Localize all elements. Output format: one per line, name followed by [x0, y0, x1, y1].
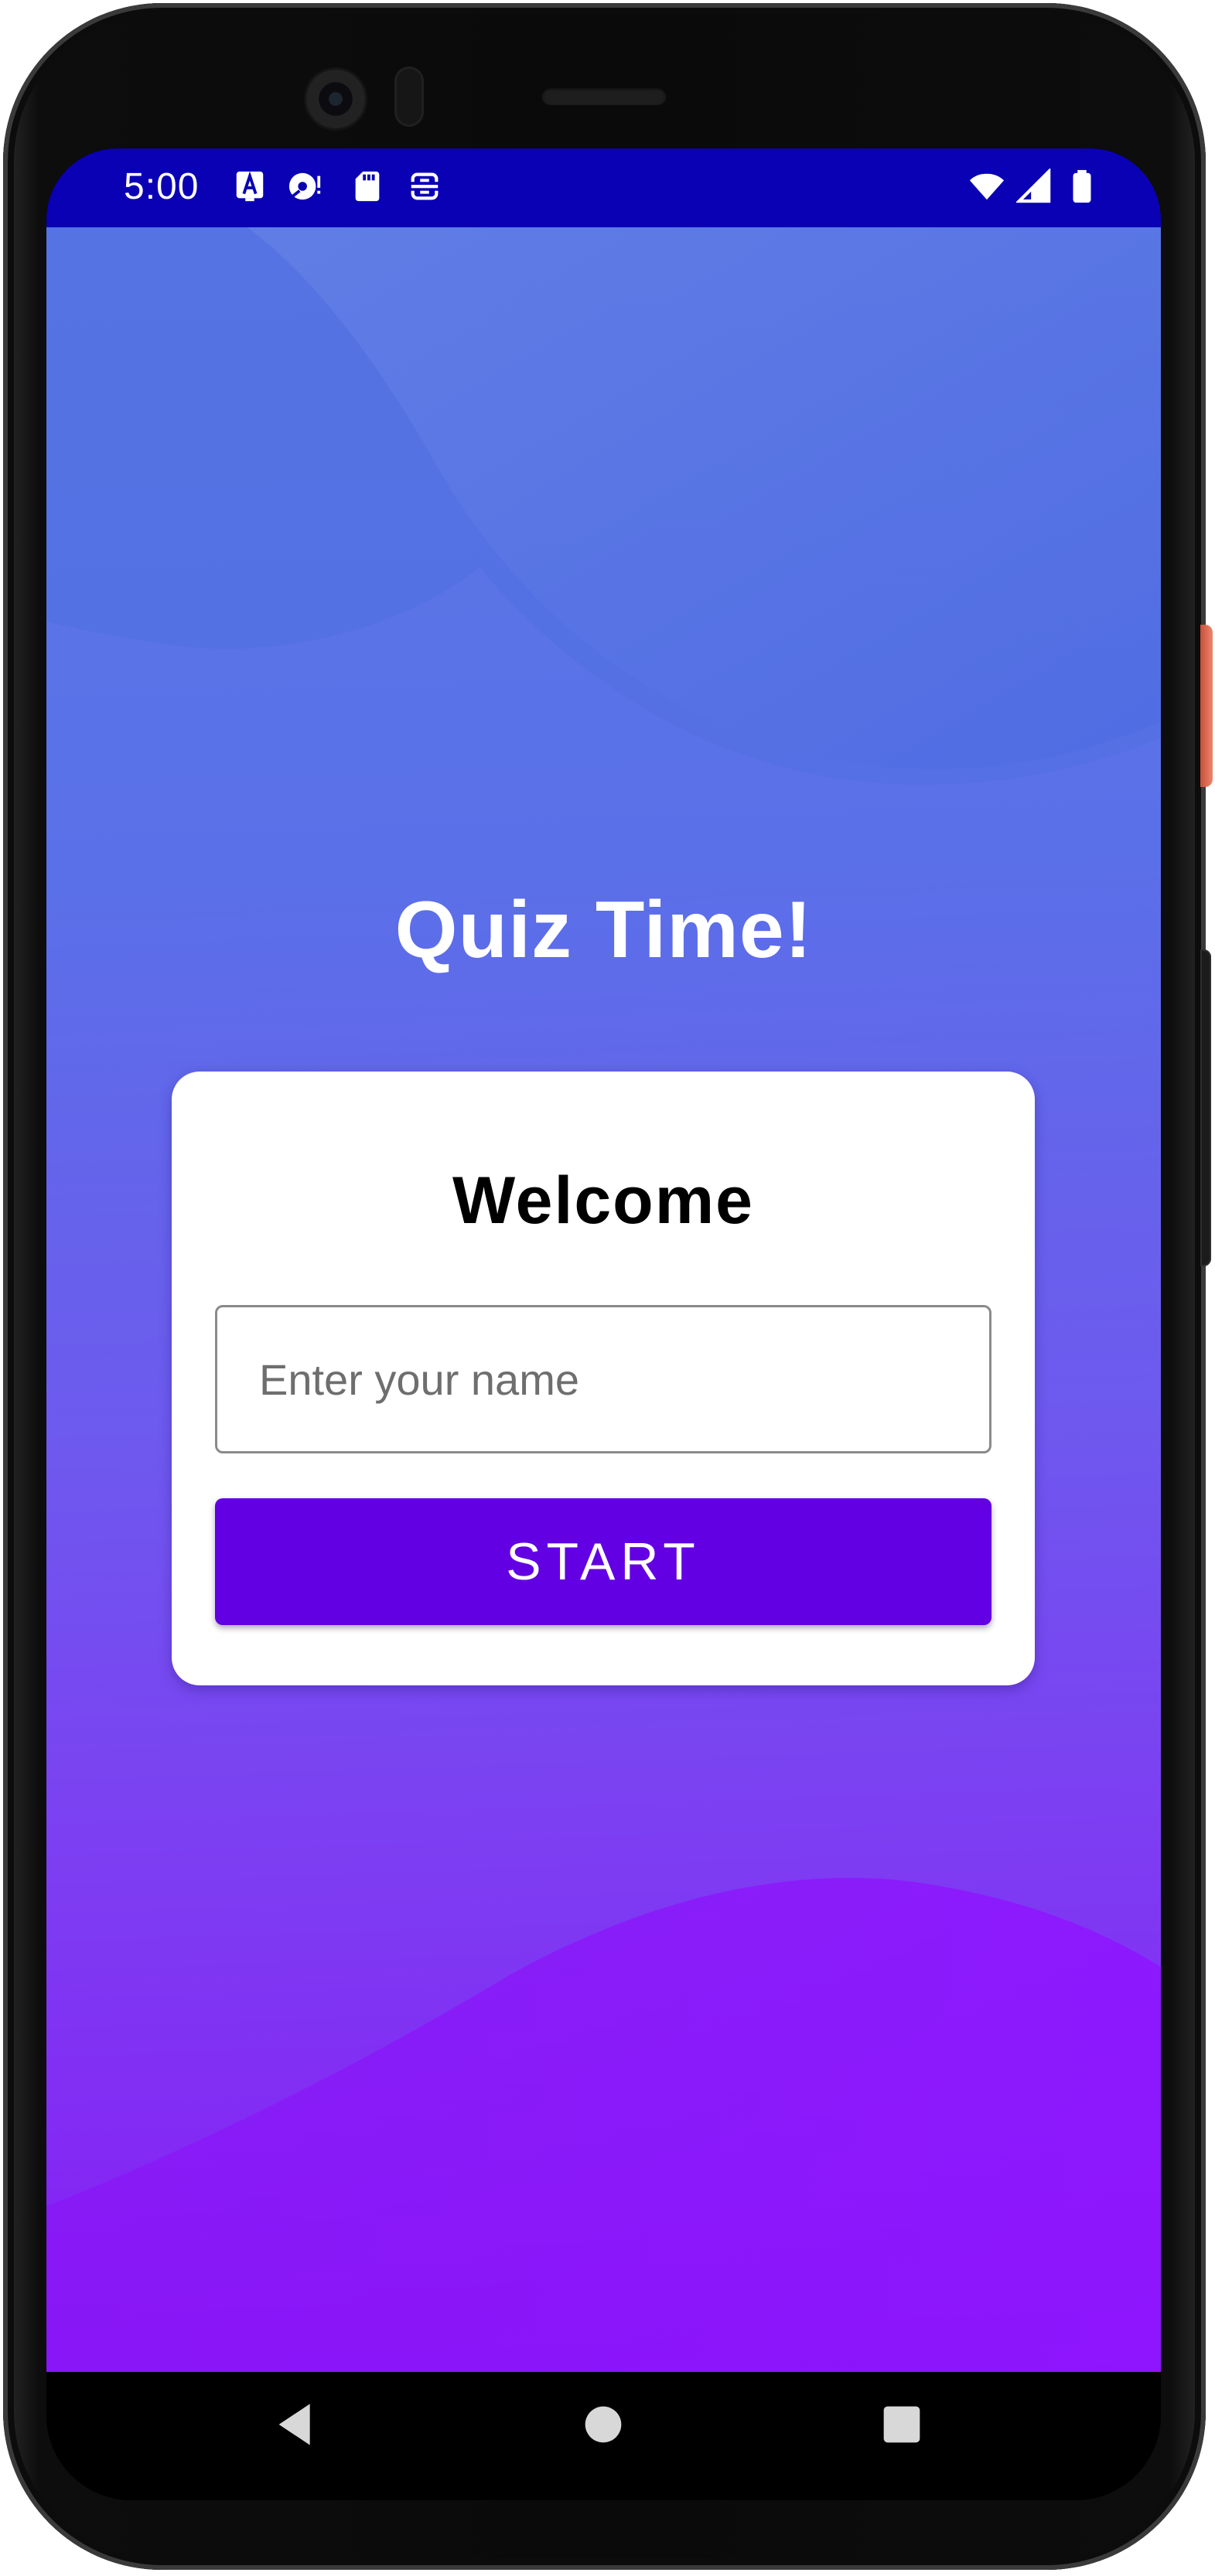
app-background: Quiz Time! Welcome START [46, 227, 1161, 2372]
disc-sync-icon [288, 172, 321, 200]
sd-card-icon [355, 171, 380, 202]
earpiece-speaker [541, 87, 667, 105]
home-icon[interactable] [572, 2394, 634, 2455]
front-camera [306, 70, 365, 128]
power-button[interactable] [1200, 625, 1213, 787]
phone-screen: 5:00 Quiz Time! Welcome Enter your name … [46, 148, 1161, 2500]
app-title: Quiz Time! [394, 885, 813, 975]
signal-icon [1016, 169, 1051, 203]
wifi-icon [969, 173, 1005, 200]
navigation-bar [46, 2372, 1161, 2500]
status-bar: 5:00 [46, 148, 1161, 227]
device-frame: 5:00 Quiz Time! Welcome Enter your name … [0, 0, 1215, 2576]
status-time: 5:00 [124, 166, 200, 207]
start-button[interactable]: START [215, 1498, 991, 1625]
volume-button[interactable] [1200, 949, 1211, 1266]
recents-icon[interactable] [871, 2394, 933, 2455]
welcome-card: Welcome START [172, 1072, 1035, 1685]
battery-icon [1073, 169, 1091, 203]
proximity-sensor [394, 66, 424, 127]
card-heading: Welcome [452, 1164, 754, 1238]
accessibility-a-icon [236, 171, 264, 202]
screen-capture-icon [411, 172, 439, 200]
back-icon[interactable] [266, 2394, 328, 2455]
name-input[interactable] [215, 1305, 991, 1453]
